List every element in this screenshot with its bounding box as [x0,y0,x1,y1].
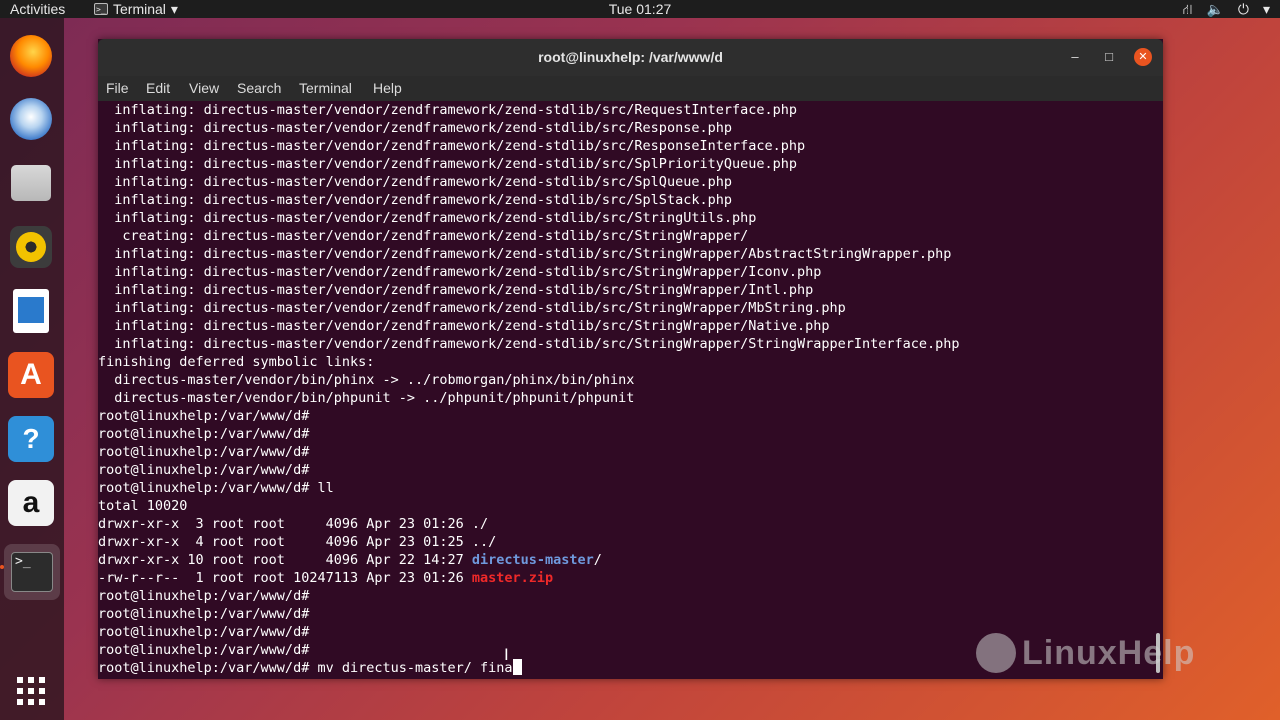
help-icon[interactable]: ? [8,416,54,462]
terminal-line: root@linuxhelp:/var/www/d# [98,444,310,460]
rhythmbox-icon[interactable] [8,224,54,270]
listing-row: -rw-r--r-- 1 root root 10247113 Apr 23 0… [98,570,554,586]
listing-row: drwxr-xr-x 10 root root 4096 Apr 22 14:2… [98,552,602,568]
terminal-line: root@linuxhelp:/var/www/d# [98,426,310,442]
terminal-line: finishing deferred symbolic links: [98,354,375,370]
command-input[interactable]: mv directus-master/ fina [317,660,512,676]
watermark-logo: LinuxHelp [976,628,1236,678]
app-menu-label: Terminal [113,1,166,17]
clock-area: Tue 01:27 [0,0,1280,18]
terminal-line: inflating: directus-master/vendor/zendfr… [98,156,797,172]
libreoffice-writer-icon[interactable] [8,288,54,334]
menu-edit[interactable]: Edit [146,76,170,101]
terminal-line: inflating: directus-master/vendor/zendfr… [98,318,830,334]
terminal-line: total 10020 [98,498,188,514]
terminal-line: root@linuxhelp:/var/www/d# [98,588,310,604]
terminal-window: root@linuxhelp: /var/www/d – □ ✕ File Ed… [98,39,1163,679]
terminal-line: inflating: directus-master/vendor/zendfr… [98,102,797,118]
terminal-line: inflating: directus-master/vendor/zendfr… [98,138,806,154]
listing-row: drwxr-xr-x 3 root root 4096 Apr 23 01:26… [98,516,489,532]
terminal-icon[interactable]: >_ [4,544,60,600]
close-button[interactable]: ✕ [1134,48,1152,66]
terminal-line: inflating: directus-master/vendor/zendfr… [98,264,822,280]
terminal-line: root@linuxhelp:/var/www/d# [98,606,310,622]
maximize-button[interactable]: □ [1100,48,1118,66]
volume-icon: 🔈 [1206,1,1224,17]
terminal-line: creating: directus-master/vendor/zendfra… [98,228,749,244]
thunderbird-icon[interactable] [8,96,54,142]
scrollbar[interactable] [1155,101,1163,679]
network-icon: ⛙ [1182,1,1193,17]
ibeam-cursor-icon: I [504,645,509,664]
clock[interactable]: Tue 01:27 [609,1,672,17]
terminal-line: inflating: directus-master/vendor/zendfr… [98,300,846,316]
terminal-line: root@linuxhelp:/var/www/d# [98,624,310,640]
terminal-output[interactable]: inflating: directus-master/vendor/zendfr… [98,101,1155,679]
text-cursor [512,659,522,675]
menu-view[interactable]: View [189,76,219,101]
terminal-lines: inflating: directus-master/vendor/zendfr… [98,101,960,677]
terminal-line: inflating: directus-master/vendor/zendfr… [98,282,814,298]
terminal-line: inflating: directus-master/vendor/zendfr… [98,210,757,226]
listing-row: drwxr-xr-x 4 root root 4096 Apr 23 01:25… [98,534,497,550]
terminal-line: root@linuxhelp:/var/www/d# ll [98,480,334,496]
minimize-button[interactable]: – [1066,48,1084,66]
command-line[interactable]: root@linuxhelp:/var/www/d# mv directus-m… [98,659,960,677]
menu-file[interactable]: File [106,76,129,101]
title-bar[interactable]: root@linuxhelp: /var/www/d – □ ✕ [98,39,1163,76]
prompt: root@linuxhelp:/var/www/d# [98,660,318,676]
app-menu[interactable]: >_ Terminal ▾ [94,0,178,18]
terminal-app-icon: >_ [94,3,108,15]
firefox-icon[interactable] [8,33,54,79]
power-icon: ⏻ [1237,1,1249,17]
terminal-line: inflating: directus-master/vendor/zendfr… [98,174,732,190]
activities-button[interactable]: Activities [10,0,65,18]
top-bar: Activities >_ Terminal ▾ Tue 01:27 ⛙ 🔈 ⏻… [0,0,1280,18]
dock: A ? a >_ [0,18,64,720]
window-title: root@linuxhelp: /var/www/d [538,49,723,65]
terminal-line: inflating: directus-master/vendor/zendfr… [98,192,732,208]
software-center-icon[interactable]: A [8,352,54,398]
running-indicator [0,565,4,569]
terminal-line: inflating: directus-master/vendor/zendfr… [98,246,952,262]
terminal-line: root@linuxhelp:/var/www/d# [98,642,310,658]
terminal-line: root@linuxhelp:/var/www/d# [98,462,310,478]
amazon-icon[interactable]: a [8,480,54,526]
chevron-down-icon: ▾ [170,1,178,17]
chevron-down-icon: ▾ [1262,1,1270,17]
terminal-line: directus-master/vendor/bin/phpunit -> ..… [98,390,635,406]
terminal-line: inflating: directus-master/vendor/zendfr… [98,336,960,352]
show-applications-icon[interactable] [8,668,54,714]
menu-search[interactable]: Search [237,76,281,101]
files-icon[interactable] [8,160,54,206]
archive-name: master.zip [471,570,554,586]
directory-name: directus-master [471,552,594,568]
menu-bar: File Edit View Search Terminal Help [98,76,1163,101]
menu-terminal[interactable]: Terminal [299,76,352,101]
linuxhelp-logo-icon [976,633,1016,673]
terminal-line: directus-master/vendor/bin/phinx -> ../r… [98,372,635,388]
menu-help[interactable]: Help [373,76,402,101]
status-menu[interactable]: ⛙ 🔈 ⏻ ▾ [1183,0,1270,18]
watermark-text: LinuxHelp [1022,633,1196,672]
terminal-line: root@linuxhelp:/var/www/d# [98,408,310,424]
terminal-line: inflating: directus-master/vendor/zendfr… [98,120,732,136]
